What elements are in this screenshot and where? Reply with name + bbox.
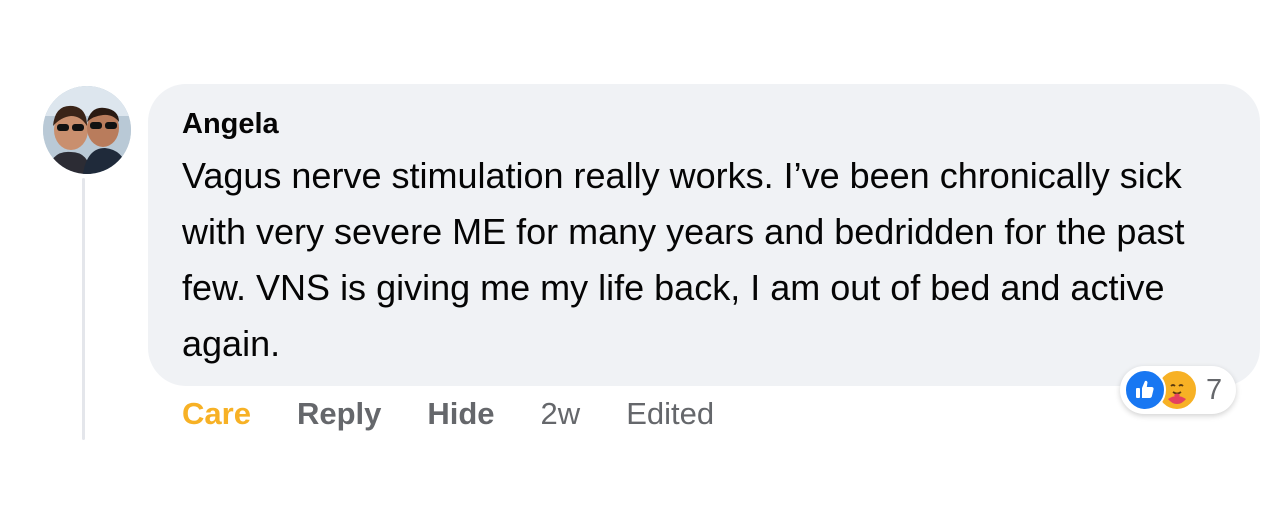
thread-line [82, 178, 85, 440]
comment-text: Vagus nerve stimulation really works. I’… [182, 155, 1185, 364]
reactions-summary[interactable]: 7 [1120, 366, 1237, 414]
comment-author[interactable]: Angela [182, 106, 1226, 142]
avatar[interactable] [43, 86, 131, 174]
like-icon [1124, 369, 1166, 411]
hide-button[interactable]: Hide [427, 392, 494, 436]
edited-label[interactable]: Edited [626, 392, 714, 436]
avatar-photo [43, 86, 131, 174]
comment-bubble: Angela Vagus nerve stimulation really wo… [148, 84, 1260, 386]
comment-timestamp[interactable]: 2w [541, 392, 581, 436]
comment-actions: Care Reply Hide 2w Edited [182, 392, 760, 436]
reaction-count: 7 [1206, 373, 1223, 406]
comment-thread: Angela Vagus nerve stimulation really wo… [0, 0, 1280, 520]
reply-button[interactable]: Reply [297, 392, 381, 436]
care-reaction-button[interactable]: Care [182, 392, 251, 436]
